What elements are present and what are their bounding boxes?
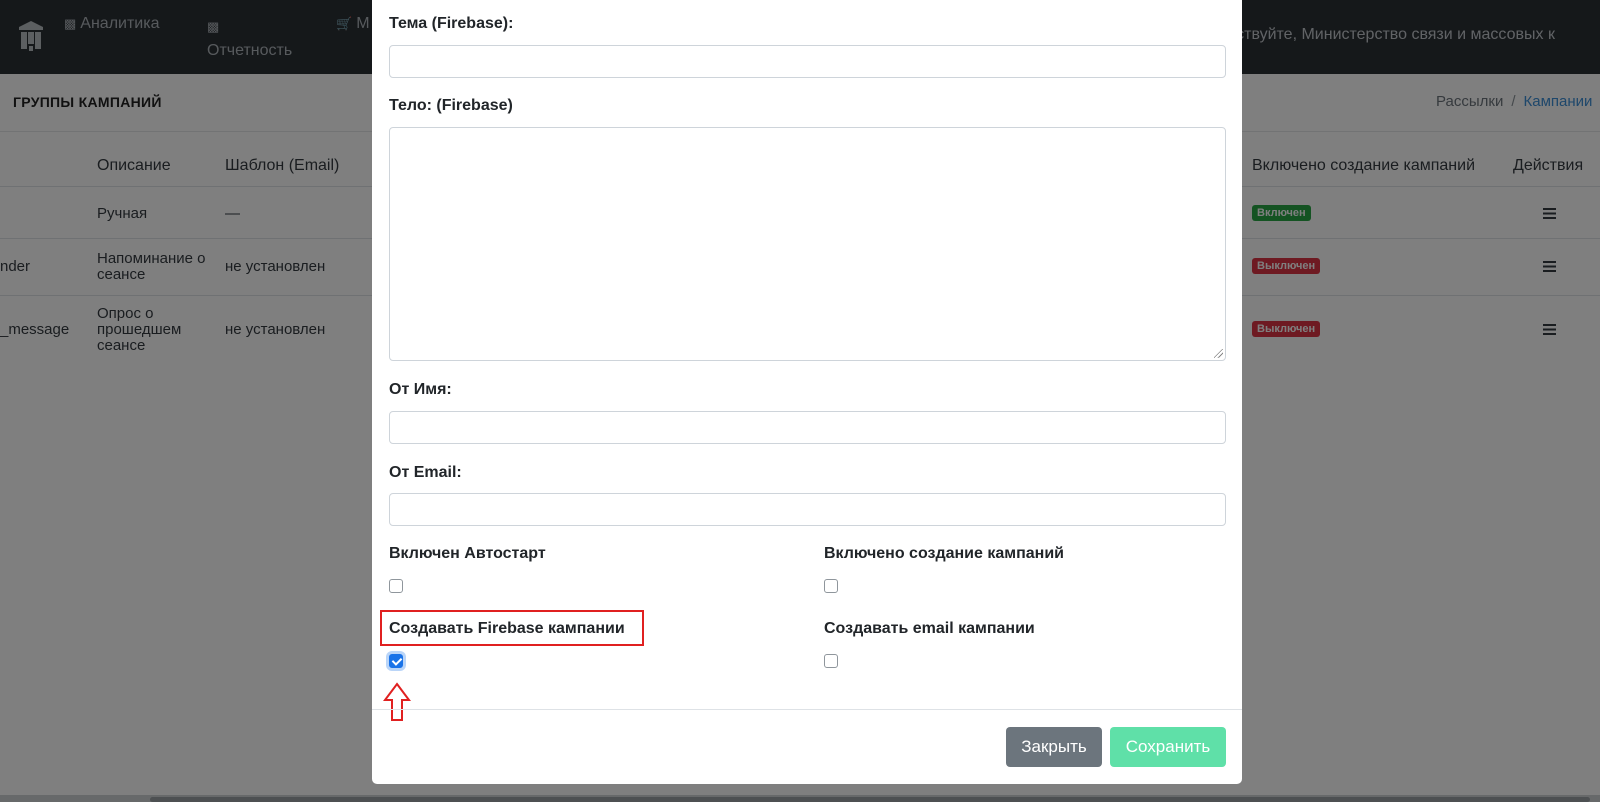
resize-grip-icon[interactable] [1214, 349, 1223, 358]
save-button[interactable]: Сохранить [1110, 727, 1226, 767]
from-name-label: От Имя: [389, 381, 452, 398]
campaign-creation-label: Включено создание кампаний [824, 545, 1064, 562]
from-email-label: От Email: [389, 464, 462, 481]
firebase-body-textarea[interactable] [389, 127, 1226, 361]
campaign-creation-checkbox[interactable] [824, 579, 838, 593]
up-arrow-icon [383, 682, 411, 721]
firebase-subject-label: Тема (Firebase): [389, 15, 514, 32]
autostart-checkbox[interactable] [389, 579, 403, 593]
autostart-label: Включен Автостарт [389, 545, 546, 562]
firebase-body-label: Тело: (Firebase) [389, 97, 513, 114]
create-email-checkbox[interactable] [824, 654, 838, 668]
create-firebase-label: Создавать Firebase кампании [389, 620, 625, 637]
firebase-subject-input[interactable] [389, 45, 1226, 78]
create-email-label: Создавать email кампании [824, 620, 1035, 637]
campaign-group-modal: Тема (Firebase): Тело: (Firebase) От Имя… [372, 0, 1242, 784]
from-email-input[interactable] [389, 493, 1226, 526]
create-firebase-checkbox[interactable] [389, 654, 403, 668]
close-button[interactable]: Закрыть [1006, 727, 1102, 767]
modal-footer-divider [372, 709, 1242, 710]
from-name-input[interactable] [389, 411, 1226, 444]
